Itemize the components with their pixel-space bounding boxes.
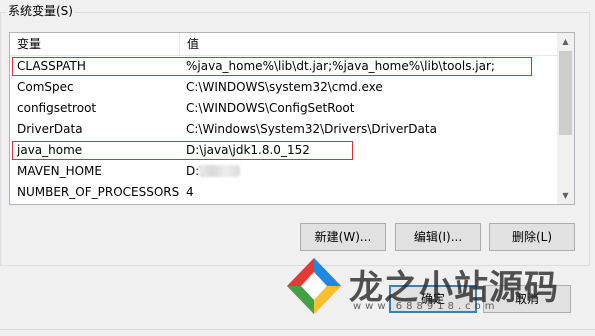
table-row[interactable]: configsetroot C:\WINDOWS\ConfigSetRoot — [10, 98, 558, 119]
table-row[interactable]: NUMBER_OF_PROCESSORS 4 — [10, 182, 558, 203]
variable-value: %java_home%\lib\dt.jar;%java_home%\lib\t… — [186, 59, 495, 73]
column-header-variable[interactable]: 变量 — [10, 33, 180, 55]
variable-name: DriverData — [17, 122, 83, 136]
scroll-up-arrow-icon[interactable]: ▲ — [557, 33, 574, 50]
system-variables-list[interactable]: 变量 值 CLASSPATH %java_home%\lib\dt.jar;%j… — [9, 32, 575, 205]
column-header-value[interactable]: 值 — [180, 33, 558, 55]
variable-name: java_home — [17, 143, 83, 157]
variable-name: NUMBER_OF_PROCESSORS — [17, 185, 180, 199]
scroll-down-arrow-icon[interactable]: ▼ — [557, 187, 574, 204]
variable-value: 4 — [186, 185, 194, 199]
variable-value: C:\WINDOWS\system32\cmd.exe — [186, 80, 383, 94]
variable-name: CLASSPATH — [17, 59, 86, 73]
delete-button[interactable]: 删除(L) — [489, 223, 575, 251]
scrollbar-thumb[interactable] — [559, 51, 572, 135]
vertical-scrollbar[interactable]: ▲ ▼ — [557, 33, 574, 204]
table-row[interactable]: DriverData C:\Windows\System32\Drivers\D… — [10, 119, 558, 140]
variable-value: C:\WINDOWS\ConfigSetRoot — [186, 101, 355, 115]
variable-name: MAVEN_HOME — [17, 164, 102, 178]
table-row[interactable]: CLASSPATH %java_home%\lib\dt.jar;%java_h… — [10, 56, 558, 77]
list-rows: CLASSPATH %java_home%\lib\dt.jar;%java_h… — [10, 56, 558, 203]
edit-button[interactable]: 编辑(I)... — [395, 223, 481, 251]
cancel-button[interactable]: 取消 — [483, 285, 571, 313]
ok-button[interactable]: 确定 — [389, 285, 477, 313]
group-label: 系统变量(S) — [6, 4, 75, 18]
table-row[interactable]: MAVEN_HOME D:\ — [10, 161, 558, 182]
variable-value: C:\Windows\System32\Drivers\DriverData — [186, 122, 437, 136]
variable-name: configsetroot — [17, 101, 97, 115]
table-row[interactable]: ComSpec C:\WINDOWS\system32\cmd.exe — [10, 77, 558, 98]
variable-name: ComSpec — [17, 80, 74, 94]
blurred-redaction — [198, 165, 240, 177]
list-header: 变量 值 — [10, 33, 558, 56]
new-button[interactable]: 新建(W)... — [300, 223, 386, 251]
table-row[interactable]: java_home D:\java\jdk1.8.0_152 — [10, 140, 558, 161]
variable-value: D:\java\jdk1.8.0_152 — [186, 143, 310, 157]
